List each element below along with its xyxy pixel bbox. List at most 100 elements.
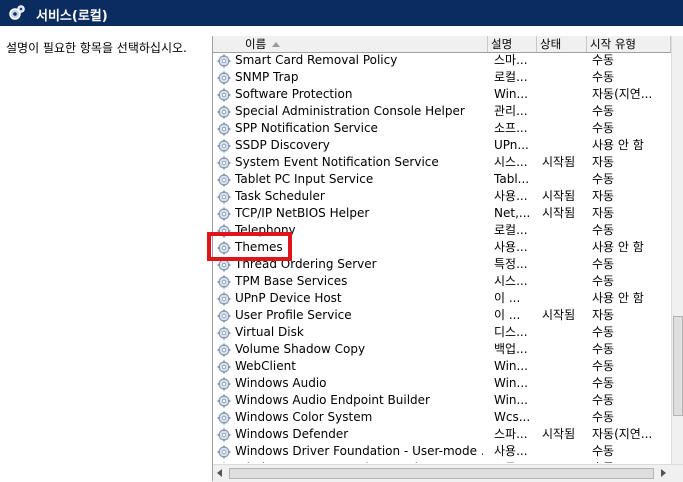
table-row[interactable]: Telephony 로컬... 수동 — [213, 222, 671, 239]
service-status — [542, 86, 588, 103]
table-row[interactable]: SSDP Discovery UPn... 사용 안 함 — [213, 137, 671, 154]
service-gear-icon — [217, 156, 231, 170]
table-row[interactable]: Windows Color System Wcs... 수동 — [213, 409, 671, 426]
service-status: 시작됨 — [542, 427, 576, 441]
column-header-status[interactable]: 상태 — [537, 36, 587, 52]
service-startup-type: 수동 — [592, 53, 615, 67]
service-name: TPM Base Services — [235, 274, 348, 288]
column-header-description[interactable]: 설명 — [488, 36, 537, 52]
vertical-scroll-thumb[interactable] — [673, 316, 683, 416]
table-row[interactable]: System Event Notification Service 시스... 시작… — [213, 154, 671, 171]
service-description: 프로... — [494, 460, 536, 463]
service-name: Tablet PC Input Service — [235, 172, 374, 186]
service-status — [542, 409, 588, 426]
service-status — [542, 222, 588, 239]
horizontal-scrollbar[interactable] — [213, 464, 683, 482]
table-row[interactable]: TPM Base Services 시스... 수동 — [213, 273, 671, 290]
service-description: UPn... — [494, 138, 529, 152]
service-status — [542, 341, 588, 358]
service-description: 이 ... — [494, 308, 521, 322]
service-status — [542, 103, 588, 120]
service-status — [542, 239, 588, 256]
service-description: 로컬... — [494, 223, 528, 237]
service-gear-icon — [217, 207, 231, 221]
service-startup-type: 수동 — [592, 325, 615, 339]
column-header-name-label: 이름 — [245, 37, 267, 51]
table-row[interactable]: Windows Defender 스파... 시작됨 자동(지연... — [213, 426, 671, 443]
service-status — [542, 358, 588, 375]
service-name: Telephony — [235, 223, 296, 237]
service-name: Virtual Disk — [235, 325, 304, 339]
table-row[interactable]: Volume Shadow Copy 백업... 수동 — [213, 341, 671, 358]
service-startup-type: 사용 안 함 — [592, 291, 644, 305]
table-row[interactable]: Thread Ordering Server 특정... 수동 — [213, 256, 671, 273]
service-status — [542, 171, 588, 188]
scroll-left-arrow-icon[interactable] — [217, 469, 222, 477]
scroll-right-arrow-icon[interactable] — [661, 469, 666, 477]
service-gear-icon — [217, 88, 231, 102]
table-row[interactable]: User Profile Service 이 ... 시작됨 자동 — [213, 307, 671, 324]
service-startup-type: 수동 — [592, 223, 615, 237]
service-name: Volume Shadow Copy — [235, 342, 366, 356]
table-row[interactable]: Windows Audio Endpoint Builder Win... 수동 — [213, 392, 671, 409]
table-row[interactable]: Tablet PC Input Service Tabl... 수동 — [213, 171, 671, 188]
service-startup-type: 수동 — [592, 359, 615, 373]
table-row[interactable]: SNMP Trap 로컬... 수동 — [213, 69, 671, 86]
service-status — [542, 375, 588, 392]
service-description: Tabl... — [494, 172, 530, 186]
service-startup-type: 자동(지연... — [592, 427, 653, 441]
service-name: SNMP Trap — [235, 70, 299, 84]
service-startup-type: 수동 — [592, 410, 615, 424]
table-row[interactable]: Windows Audio Win... 수동 — [213, 375, 671, 392]
service-description: Win... — [494, 376, 528, 390]
vertical-scrollbar[interactable] — [671, 36, 683, 464]
sort-ascending-icon — [272, 42, 281, 47]
table-row[interactable]: Themes 사용... 사용 안 함 — [213, 239, 671, 256]
service-description: 특정... — [494, 257, 528, 271]
service-description: 이 ... — [494, 291, 521, 305]
service-name: System Event Notification Service — [235, 155, 439, 169]
service-gear-icon — [217, 122, 231, 136]
service-startup-type: 사용 안 함 — [592, 240, 644, 254]
service-gear-icon — [217, 309, 231, 323]
service-gear-icon — [217, 173, 231, 187]
table-row[interactable]: WebClient Win... 수동 — [213, 358, 671, 375]
table-row[interactable]: Task Scheduler 사용... 시작됨 자동 — [213, 188, 671, 205]
service-startup-type: 수동 — [592, 460, 670, 463]
service-gear-icon — [217, 139, 231, 153]
service-description: 사용... — [494, 240, 528, 254]
service-name: UPnP Device Host — [235, 291, 342, 305]
table-row[interactable]: Smart Card Removal Policy 스마... 수동 — [213, 53, 671, 69]
service-gear-icon — [217, 54, 231, 68]
title-bar: 서비스(로컬) — [0, 0, 683, 26]
service-description: 로컬... — [494, 70, 528, 84]
horizontal-scroll-thumb[interactable] — [229, 468, 654, 479]
services-list[interactable]: 이름 설명 상태 시작 유형 Smart Card Removal Policy… — [212, 36, 683, 482]
table-row[interactable]: Virtual Disk 디스... 수동 — [213, 324, 671, 341]
service-status: 시작됨 — [542, 155, 576, 169]
service-description: 디스... — [494, 325, 528, 339]
service-name: Windows Error Reporting Service — [235, 460, 483, 463]
service-name: Windows Defender — [235, 427, 349, 441]
table-row[interactable]: Windows Error Reporting Service 프로... 수동 — [213, 460, 671, 463]
table-row[interactable]: Software Protection Win... 자동(지연... — [213, 86, 671, 103]
table-row[interactable]: UPnP Device Host 이 ... 사용 안 함 — [213, 290, 671, 307]
service-startup-type: 수동 — [592, 257, 615, 271]
service-description: 시스... — [494, 274, 528, 288]
service-startup-type: 자동 — [592, 308, 615, 322]
service-status — [542, 69, 588, 86]
service-gear-icon — [217, 445, 231, 459]
table-row[interactable]: SPP Notification Service 소프... 수동 — [213, 120, 671, 137]
table-row[interactable]: TCP/IP NetBIOS Helper Net,... 시작됨 자동 — [213, 205, 671, 222]
column-header-name[interactable]: 이름 — [213, 36, 488, 52]
table-row[interactable]: Windows Driver Foundation - User-mode ..… — [213, 443, 671, 460]
service-gear-icon — [217, 190, 231, 204]
service-name: Themes — [235, 240, 283, 254]
service-description: Net,... — [494, 206, 531, 220]
service-name: Windows Audio — [235, 376, 327, 390]
service-status — [542, 392, 588, 409]
service-name: Special Administration Console Helper — [235, 104, 465, 118]
column-header-startup[interactable]: 시작 유형 — [587, 36, 671, 52]
table-row[interactable]: Special Administration Console Helper 관리.… — [213, 103, 671, 120]
service-gear-icon — [217, 394, 231, 408]
